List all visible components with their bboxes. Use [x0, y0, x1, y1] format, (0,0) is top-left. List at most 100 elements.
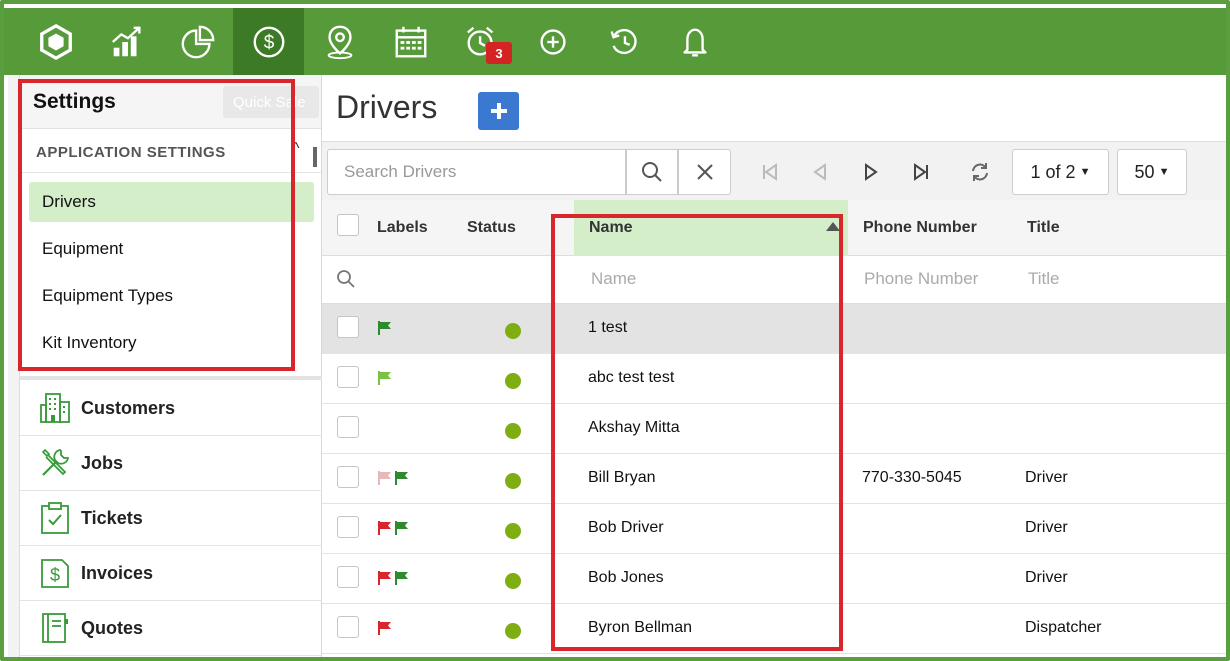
section-label: APPLICATION SETTINGS	[36, 144, 226, 161]
sidebar-item-kit-inventory[interactable]: Kit Inventory	[29, 323, 314, 363]
column-name-label: Name	[589, 219, 633, 236]
alarm-clock-icon[interactable]: 3	[446, 8, 517, 75]
cell-title: Driver	[1025, 569, 1068, 586]
module-label: Invoices	[81, 562, 154, 583]
hexagon-logo-icon[interactable]	[20, 8, 91, 75]
sidebar-header: Settings Quick Sale	[20, 75, 321, 129]
map-pin-icon[interactable]	[304, 8, 375, 75]
filter-row: Name Phone Number Title	[322, 256, 1226, 304]
building-icon	[37, 390, 73, 426]
flag-icon	[395, 571, 408, 585]
module-jobs[interactable]: Jobs	[20, 436, 322, 491]
column-title[interactable]: Title	[1027, 200, 1060, 256]
table-row[interactable]: Byron Bellman Dispatcher	[322, 604, 1226, 654]
search-icon	[642, 162, 662, 182]
caret-down-icon: ▼	[1158, 166, 1170, 178]
tools-icon	[37, 445, 73, 481]
app-frame: $ 3 Settings Quick Sale APPLICATION SETT	[0, 0, 1230, 661]
row-checkbox[interactable]	[337, 316, 359, 338]
row-labels	[377, 520, 410, 536]
table-row[interactable]: Akshay Mitta	[322, 404, 1226, 454]
search-input[interactable]	[344, 162, 609, 182]
calendar-icon[interactable]	[375, 8, 446, 75]
table-header: Labels Status Name Phone Number Title	[322, 200, 1226, 256]
cell-name: abc test test	[588, 369, 675, 386]
row-checkbox[interactable]	[337, 466, 359, 488]
cell-name: Byron Bellman	[588, 619, 693, 636]
next-page-icon[interactable]	[858, 159, 884, 185]
cell-name: Akshay Mitta	[588, 419, 680, 436]
clear-search-button[interactable]	[678, 149, 731, 195]
chart-up-icon[interactable]	[91, 8, 162, 75]
row-checkbox[interactable]	[337, 616, 359, 638]
filter-phone-input[interactable]: Phone Number	[864, 269, 978, 289]
flag-icon	[395, 471, 408, 485]
module-customers[interactable]: Customers	[20, 381, 322, 436]
plus-circle-icon[interactable]	[517, 8, 588, 75]
row-checkbox[interactable]	[337, 516, 359, 538]
sidebar-title: Settings	[33, 90, 116, 113]
flag-icon	[378, 521, 391, 535]
status-dot	[505, 323, 521, 339]
table-row[interactable]: 1 test	[322, 304, 1226, 354]
module-label: Customers	[81, 397, 176, 418]
search-drivers-field[interactable]	[327, 149, 626, 195]
page-selector-dropdown[interactable]: 1 of 2 ▼	[1012, 149, 1109, 195]
page-size-dropdown[interactable]: 50 ▼	[1117, 149, 1187, 195]
dollar-icon[interactable]: $	[233, 8, 304, 75]
sidebar-divider	[20, 376, 322, 380]
invoice-dollar-icon: $	[37, 555, 73, 591]
filter-name-input[interactable]: Name	[591, 269, 636, 289]
module-tickets[interactable]: Tickets	[20, 491, 322, 546]
cell-title: Driver	[1025, 519, 1068, 536]
column-labels[interactable]: Labels	[377, 200, 428, 256]
status-dot	[505, 623, 521, 639]
module-quotes[interactable]: Quotes	[20, 601, 322, 656]
close-icon	[696, 164, 713, 180]
column-status[interactable]: Status	[467, 200, 516, 256]
status-dot	[505, 423, 521, 439]
row-checkbox[interactable]	[337, 366, 359, 388]
flag-icon	[378, 621, 391, 635]
row-labels	[377, 620, 393, 636]
row-labels	[377, 470, 410, 486]
prev-page-icon[interactable]	[807, 159, 833, 185]
flag-icon	[378, 321, 391, 335]
pie-chart-icon[interactable]	[162, 8, 233, 75]
caret-down-icon: ▼	[1079, 166, 1091, 178]
table-row[interactable]: Bob Jones Driver	[322, 554, 1226, 604]
cell-name: Bill Bryan	[588, 469, 656, 486]
sidebar-item-equipment-types[interactable]: Equipment Types	[29, 276, 314, 316]
status-dot	[505, 573, 521, 589]
application-settings-section[interactable]: APPLICATION SETTINGS ^	[20, 129, 321, 173]
table-row[interactable]: Bill Bryan 770-330-5045 Driver	[322, 454, 1226, 504]
row-checkbox[interactable]	[337, 566, 359, 588]
row-labels	[377, 320, 393, 336]
last-page-icon[interactable]	[908, 159, 934, 185]
column-name[interactable]: Name	[574, 200, 848, 256]
filter-title-input[interactable]: Title	[1028, 269, 1060, 289]
table-row[interactable]: abc test test	[322, 354, 1226, 404]
search-button[interactable]	[626, 149, 678, 195]
refresh-icon[interactable]	[967, 159, 993, 185]
cell-name: Bob Driver	[588, 519, 664, 536]
module-invoices[interactable]: $ Invoices	[20, 546, 322, 601]
table-row[interactable]: Bob Driver Driver	[322, 504, 1226, 554]
sidebar-item-drivers[interactable]: Drivers	[29, 182, 314, 222]
sidebar-item-equipment[interactable]: Equipment	[29, 229, 314, 269]
add-driver-button[interactable]	[478, 92, 519, 130]
row-checkbox[interactable]	[337, 416, 359, 438]
flag-icon	[378, 371, 391, 385]
collapse-caret-icon[interactable]: ^	[292, 140, 300, 158]
quick-sale-button[interactable]: Quick Sale	[223, 86, 319, 118]
plus-icon	[490, 103, 507, 119]
first-page-icon[interactable]	[757, 159, 783, 185]
select-all-checkbox[interactable]	[337, 214, 359, 236]
main-content: Drivers 1 of 2 ▼	[322, 75, 1226, 657]
notebook-icon	[37, 610, 73, 646]
sidebar-scrollbar[interactable]	[313, 147, 317, 167]
history-icon[interactable]	[588, 8, 659, 75]
filter-search-icon	[336, 269, 356, 294]
column-phone[interactable]: Phone Number	[863, 200, 977, 256]
bell-icon[interactable]	[659, 8, 730, 75]
